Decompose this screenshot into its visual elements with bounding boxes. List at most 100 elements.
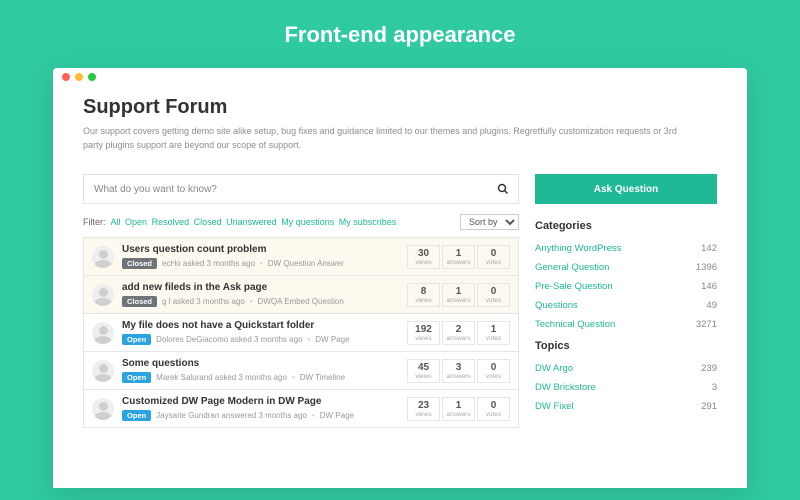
minimize-dot[interactable] [75, 73, 83, 81]
question-category[interactable]: DWQA Embed Question [258, 297, 344, 306]
category-item: Technical Question 3271 [535, 315, 717, 334]
sidebar-count: 146 [701, 281, 717, 292]
filter-link[interactable]: My subscribes [339, 217, 397, 227]
avatar [92, 246, 114, 268]
search-button[interactable] [488, 175, 518, 203]
sidebar-link[interactable]: Questions [535, 300, 578, 311]
votes-stat: 0votes [477, 283, 510, 307]
question-title[interactable]: Some questions [122, 358, 399, 369]
question-stats: 192views2answers1votes [407, 321, 510, 345]
question-title[interactable]: My file does not have a Quickstart folde… [122, 320, 399, 331]
question-title[interactable]: add new fileds in the Ask page [122, 282, 399, 293]
category-item: Anything WordPress142 [535, 239, 717, 258]
views-stat: 45views [407, 359, 440, 383]
avatar [92, 398, 114, 420]
filter-link[interactable]: Unanswered [226, 217, 277, 227]
question-author: g l asked 3 months ago [162, 297, 245, 306]
meta-separator: • [312, 411, 315, 420]
views-stat: 8views [407, 283, 440, 307]
question-meta: Open Marek Salurand asked 3 months ago • DW… [122, 372, 399, 383]
sidebar-link[interactable]: DW Brickstore [535, 382, 596, 393]
topics-list: DW Argo 239 DW Brickstore 3 DW Fixel 291 [535, 359, 717, 416]
sidebar-link[interactable]: Technical Question [535, 319, 615, 330]
search-bar [83, 174, 519, 204]
sidebar-link[interactable]: DW Fixel [535, 401, 574, 412]
question-category[interactable]: DW Page [315, 335, 349, 344]
question-author: Jaysarie Gundran answered 3 months ago [156, 411, 307, 420]
sidebar-count: 291 [701, 401, 717, 412]
question-author: ecHo asked 3 months ago [162, 259, 255, 268]
views-stat: 30views [407, 245, 440, 269]
topic-item: DW Fixel 291 [535, 397, 717, 416]
sidebar-link[interactable]: General Question [535, 262, 609, 273]
views-stat: 192views [407, 321, 440, 345]
categories-list: Anything WordPress142General Question139… [535, 239, 717, 334]
question-meta: Closed g l asked 3 months ago • DWQA Embed … [122, 296, 399, 307]
sidebar-count: 49 [706, 300, 717, 311]
sidebar: Ask Question Categories Anything WordPre… [535, 174, 717, 428]
filter-link[interactable]: All [111, 217, 121, 227]
maximize-dot[interactable] [88, 73, 96, 81]
topic-item: DW Argo 239 [535, 359, 717, 378]
answers-stat: 3answers [442, 359, 475, 383]
views-stat: 23views [407, 397, 440, 421]
topics-heading: Topics [535, 340, 717, 352]
sidebar-link[interactable]: DW Argo [535, 363, 573, 374]
meta-separator: • [292, 373, 295, 382]
avatar [92, 322, 114, 344]
filter-link[interactable]: Resolved [152, 217, 190, 227]
category-item: General Question1396 [535, 258, 717, 277]
sidebar-count: 3271 [696, 319, 717, 330]
question-category[interactable]: DW Question Answer [268, 259, 344, 268]
question-stats: 8views1answers0votes [407, 283, 510, 307]
question-row[interactable]: Users question count problem Closed ecHo a… [84, 238, 518, 276]
status-badge: Closed [122, 258, 157, 269]
categories-heading: Categories [535, 220, 717, 232]
question-list: Users question count problem Closed ecHo a… [83, 237, 519, 428]
question-meta: OpenDolores DeGiacomo asked 3 months ago… [122, 334, 399, 345]
ask-question-button[interactable]: Ask Question [535, 174, 717, 204]
topic-item: DW Brickstore 3 [535, 378, 717, 397]
page-description: Our support covers getting demo site ali… [83, 125, 683, 152]
question-row[interactable]: add new fileds in the Ask page Closed g l … [84, 276, 518, 314]
main-column: Filter: All Open Resolved Closed Unanswe… [83, 174, 519, 428]
sort-select[interactable]: Sort by [460, 214, 519, 230]
question-row[interactable]: Customized DW Page Modern in DW Page Open… [84, 390, 518, 427]
answers-stat: 2answers [442, 321, 475, 345]
status-badge: Open [122, 372, 151, 383]
status-badge: Open [122, 410, 151, 421]
status-badge: Closed [122, 296, 157, 307]
question-title[interactable]: Customized DW Page Modern in DW Page [122, 396, 399, 407]
search-icon [497, 183, 509, 195]
filter-link[interactable]: Open [125, 217, 147, 227]
window-titlebar [53, 68, 747, 86]
question-stats: 45views3answers0votes [407, 359, 510, 383]
sidebar-link[interactable]: Pre-Sale Question [535, 281, 613, 292]
votes-stat: 0votes [477, 359, 510, 383]
hero-title: Front-end appearance [0, 0, 800, 68]
answers-stat: 1answers [442, 397, 475, 421]
close-dot[interactable] [62, 73, 70, 81]
page-title: Support Forum [83, 96, 717, 119]
question-author: Marek Salurand asked 3 months ago [156, 373, 287, 382]
meta-separator: • [250, 297, 253, 306]
avatar [92, 284, 114, 306]
meta-separator: • [307, 335, 310, 344]
question-category[interactable]: DW Timeline [300, 373, 345, 382]
sidebar-count: 239 [701, 363, 717, 374]
question-title[interactable]: Users question count problem [122, 244, 399, 255]
filter-label: Filter: [83, 217, 106, 227]
filter-link[interactable]: Closed [194, 217, 222, 227]
question-row[interactable]: My file does not have a Quickstart folde… [84, 314, 518, 352]
answers-stat: 1answers [442, 245, 475, 269]
search-input[interactable] [84, 184, 488, 195]
question-author: Dolores DeGiacomo asked 3 months ago [156, 335, 302, 344]
sidebar-count: 3 [712, 382, 717, 393]
question-meta: ClosedecHo asked 3 months ago•DW Questio… [122, 258, 399, 269]
filter-link[interactable]: My questions [281, 217, 334, 227]
question-row[interactable]: Some questions Open Marek Salurand asked 3… [84, 352, 518, 390]
votes-stat: 0votes [477, 397, 510, 421]
votes-stat: 0votes [477, 245, 510, 269]
question-category[interactable]: DW Page [320, 411, 354, 420]
sidebar-link[interactable]: Anything WordPress [535, 243, 621, 254]
